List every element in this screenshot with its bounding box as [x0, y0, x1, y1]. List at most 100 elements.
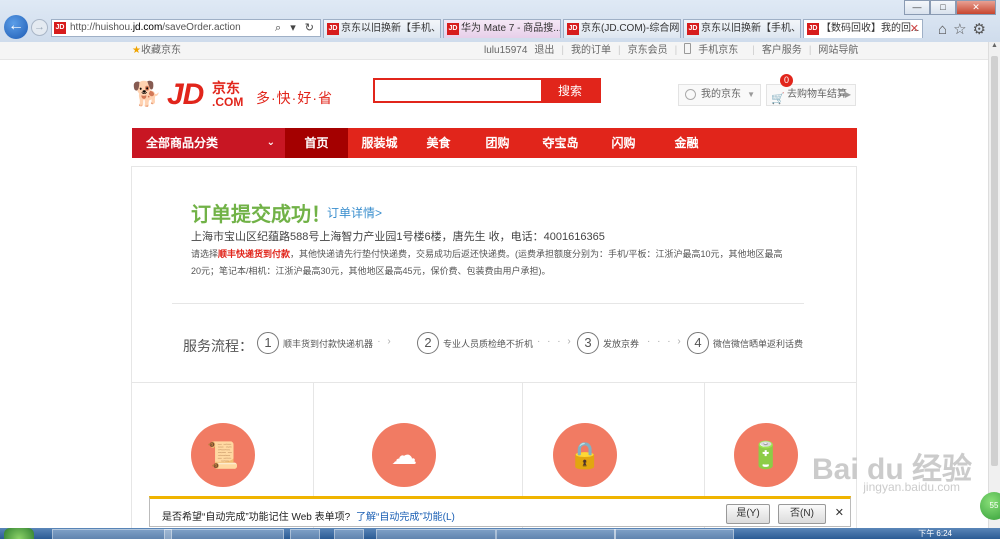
browser-tab[interactable]: JD 京东以旧换新【手机、... [683, 19, 801, 38]
step-text: 专业人员质检绝不折机 [443, 339, 534, 349]
jd-favicon-icon: JD [54, 22, 66, 34]
nav-item-flash-sale[interactable]: 闪购 [592, 128, 655, 158]
logo-brand-com: .COM [212, 95, 244, 109]
browser-tab[interactable]: JD 京东(JD.COM)-综合网... [563, 19, 681, 38]
address-url[interactable]: http://huishou.jd.com/saveOrder.action [70, 22, 241, 33]
process-arrow: · · · › [357, 336, 393, 347]
back-button[interactable]: ← [4, 15, 28, 39]
nav-item-clothing[interactable]: 服装城 [348, 128, 411, 158]
order-success-title: 订单提交成功！ [191, 204, 331, 226]
page-scrollbar[interactable]: ▲ [988, 42, 1000, 539]
star-icon: ★ [132, 45, 141, 56]
no-button[interactable]: 否(N) [778, 504, 826, 524]
favorites-star-icon[interactable]: ☆ [953, 21, 972, 38]
learn-autocomplete-link[interactable]: 了解“自动完成”功能(L) [356, 508, 455, 523]
tab-label: 京东(JD.COM)-综合网... [581, 23, 681, 34]
nav-item-food[interactable]: 美食 [411, 128, 466, 158]
browser-toolbar-icons: ⌂☆⚙ [938, 20, 992, 38]
logo-slogan: 多·快·好·省 [256, 90, 333, 106]
nav-item-finance[interactable]: 金融 [655, 128, 718, 158]
favorite-label: 收藏京东 [140, 45, 181, 56]
step-text: 微信微信晒单返利话费 [713, 339, 804, 349]
scroll-thumb[interactable] [991, 56, 998, 466]
nav-item-group-buy[interactable]: 团购 [466, 128, 529, 158]
close-tab-icon[interactable]: ✕ [910, 20, 919, 38]
mobile-jd-link[interactable]: 手机京东 [684, 42, 745, 59]
taskbar-item[interactable] [496, 529, 616, 539]
maximize-button[interactable]: □ [930, 0, 956, 15]
start-button[interactable] [4, 528, 34, 539]
step-number: 4 [687, 332, 709, 354]
all-categories-menu[interactable]: 全部商品分类 ⌄ [132, 128, 285, 158]
url-prefix: http://huishou. [70, 22, 133, 33]
divider [172, 303, 804, 304]
customer-service-link[interactable]: 客户服务 [762, 42, 802, 59]
yes-button[interactable]: 是(Y) [726, 504, 770, 524]
forward-button[interactable]: → [31, 19, 48, 36]
arrow-left-icon: ← [8, 17, 24, 34]
taskbar-item[interactable] [334, 529, 364, 539]
nav-item-home[interactable]: 首页 [285, 128, 348, 158]
search-input[interactable] [375, 80, 541, 101]
order-success-panel: 订单提交成功！ 订单详情> 上海市宝山区纪蕴路588号上海智力产业园1号楼6楼，… [131, 166, 857, 539]
cart-button[interactable]: 🛒 去购物车结算 ▶ [766, 84, 856, 106]
my-orders-link[interactable]: 我的订单 [571, 42, 611, 59]
tab-label: 京东以旧换新【手机、... [701, 23, 801, 34]
my-jd-dropdown[interactable]: 我的京东 ▼ [678, 84, 761, 106]
divider: | [752, 45, 755, 56]
cart-icon: 🛒 [771, 93, 785, 105]
close-window-button[interactable]: ✕ [956, 0, 996, 15]
browser-tab[interactable]: JD 京东以旧换新【手机、... [323, 19, 441, 38]
jd-favicon-icon: JD [447, 23, 459, 35]
favorite-jd-link[interactable]: ★收藏京东 [132, 42, 181, 59]
scroll-icon: 📜 [191, 423, 255, 487]
minimize-button[interactable]: — [904, 0, 930, 15]
divider: | [561, 45, 564, 56]
arrow-right-icon: → [34, 21, 45, 33]
shipping-notice: 请选择顺丰快递货到付款，其他快递请先行垫付快递费，交易成功后返还快递费。(运费承… [191, 246, 791, 280]
address-bar[interactable]: JD http://huishou.jd.com/saveOrder.actio… [51, 19, 321, 37]
shipping-address: 上海市宝山区纪蕴路588号上海智力产业园1号楼6楼，唐先生 收，电话：40016… [191, 231, 605, 243]
cart-label: 去购物车结算 [787, 89, 847, 100]
taskbar-item[interactable] [164, 529, 284, 539]
autocomplete-prompt: 是否希望“自动完成”功能记住 Web 表单项? 了解“自动完成”功能(L) 是(… [149, 496, 851, 527]
address-tools[interactable]: ⌕ ▾ ↻ [275, 21, 317, 35]
battery-icon: 🔋 [734, 423, 798, 487]
chevron-down-icon: ▼ [747, 90, 755, 99]
floating-widget-icon[interactable]: 55 [980, 492, 1000, 520]
tab-label: 华为 Mate 7 - 商品搜... [461, 23, 561, 34]
my-jd-label: 我的京东 [701, 89, 741, 100]
step-number: 1 [257, 332, 279, 354]
mobile-label: 手机京东 [698, 45, 739, 56]
username[interactable]: lulu15974 [484, 42, 527, 59]
user-icon [685, 89, 696, 100]
url-domain: jd.com [132, 22, 163, 33]
close-icon[interactable]: ✕ [835, 506, 844, 519]
settings-gear-icon[interactable]: ⚙ [973, 21, 992, 38]
chevron-down-icon: ⌄ [266, 137, 275, 148]
nav-item-auction[interactable]: 夺宝岛 [529, 128, 592, 158]
topbar-links: lulu15974 退出 | 我的订单 | 京东会员 | 手机京东 | 客户服务… [484, 42, 865, 59]
member-link[interactable]: 京东会员 [628, 42, 668, 59]
search-button[interactable]: 搜索 [541, 80, 599, 101]
jd-favicon-icon: JD [567, 23, 579, 35]
step-number: 3 [577, 332, 599, 354]
mobile-phone-icon [684, 43, 692, 54]
notice-prefix: 请选择 [191, 249, 219, 259]
order-detail-link[interactable]: 订单详情> [327, 204, 382, 221]
browser-tab[interactable]: JD 华为 Mate 7 - 商品搜... [443, 19, 561, 38]
home-icon[interactable]: ⌂ [938, 21, 953, 38]
tab-label: 【数码回收】我的回... [821, 23, 920, 34]
taskbar-item[interactable] [290, 529, 320, 539]
step-number: 2 [417, 332, 439, 354]
taskbar-item[interactable] [614, 529, 734, 539]
chevron-right-icon: ▶ [844, 90, 851, 99]
taskbar-item[interactable] [52, 529, 172, 539]
taskbar-item[interactable] [376, 529, 496, 539]
url-path: /saveOrder.action [162, 22, 241, 33]
scroll-up-icon[interactable]: ▲ [989, 42, 1000, 54]
logout-link[interactable]: 退出 [534, 42, 554, 59]
jd-favicon-icon: JD [687, 23, 699, 35]
site-nav-link[interactable]: 网站导航 [818, 42, 858, 59]
browser-tab-active[interactable]: JD 【数码回收】我的回... ✕ [803, 19, 923, 38]
